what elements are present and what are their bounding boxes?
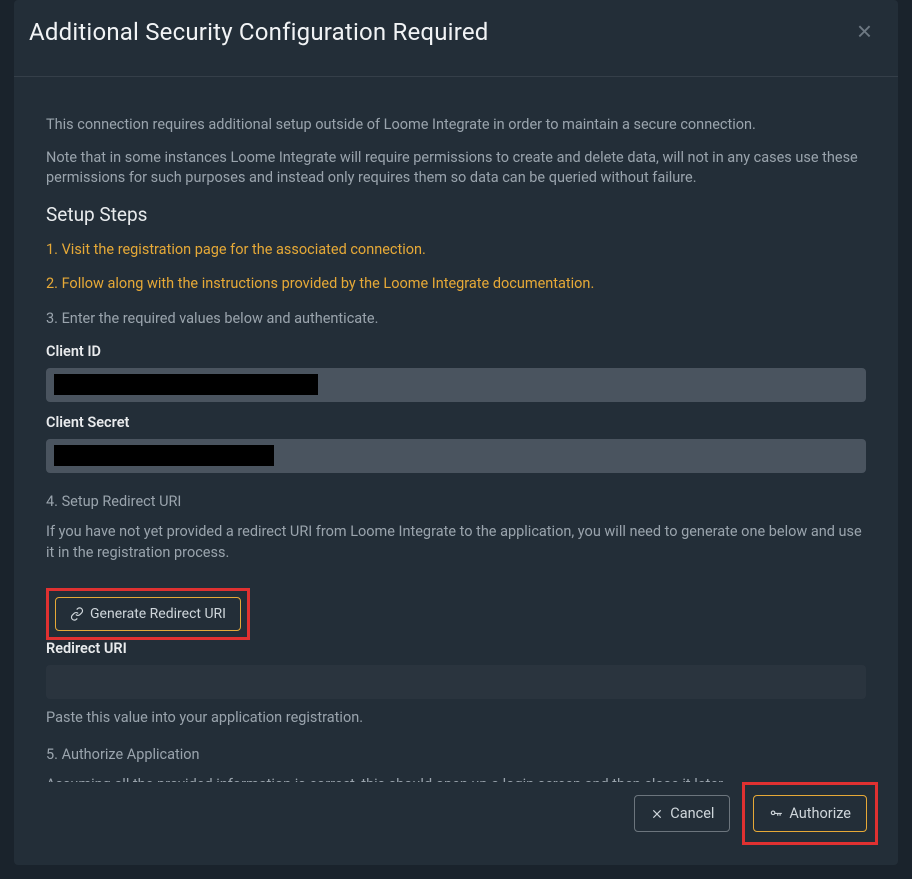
cancel-button[interactable]: Cancel <box>634 795 730 832</box>
generate-uri-label: Generate Redirect URI <box>90 606 226 622</box>
close-icon <box>650 807 664 821</box>
intro-text-1: This connection requires additional setu… <box>46 115 866 136</box>
close-icon: × <box>857 16 872 46</box>
generate-uri-highlight: Generate Redirect URI <box>46 588 250 640</box>
redirect-uri-label: Redirect URI <box>46 640 866 657</box>
step-1-link[interactable]: 1. Visit the registration page for the a… <box>46 240 866 261</box>
modal-footer: Cancel Authorize <box>14 782 898 865</box>
modal-header: Additional Security Configuration Requir… <box>14 0 898 77</box>
client-secret-label: Client Secret <box>46 414 866 431</box>
step-2-link[interactable]: 2. Follow along with the instructions pr… <box>46 274 866 295</box>
step-4-heading: 4. Setup Redirect URI <box>46 493 866 510</box>
step-5-text: Assuming all the provided information is… <box>46 775 866 782</box>
authorize-highlight: Authorize <box>742 782 878 845</box>
step-4-text: If you have not yet provided a redirect … <box>46 522 866 563</box>
client-id-input[interactable] <box>46 368 866 402</box>
security-config-modal: Additional Security Configuration Requir… <box>14 0 898 865</box>
intro-text-2: Note that in some instances Loome Integr… <box>46 148 866 189</box>
client-id-label: Client ID <box>46 343 866 360</box>
key-icon <box>769 807 783 821</box>
authorize-label: Authorize <box>789 805 851 822</box>
cancel-label: Cancel <box>670 805 714 822</box>
client-secret-input[interactable] <box>46 439 866 473</box>
link-icon <box>70 607 84 621</box>
setup-steps-heading: Setup Steps <box>46 203 866 226</box>
redirect-uri-hint: Paste this value into your application r… <box>46 709 866 726</box>
step-5-heading: 5. Authorize Application <box>46 746 866 763</box>
close-button[interactable]: × <box>853 18 876 44</box>
step-3-text: 3. Enter the required values below and a… <box>46 309 866 330</box>
modal-title: Additional Security Configuration Requir… <box>29 18 488 46</box>
modal-body: This connection requires additional setu… <box>14 77 898 782</box>
authorize-button[interactable]: Authorize <box>753 795 867 832</box>
client-secret-redaction <box>46 439 866 473</box>
redirect-uri-input[interactable] <box>46 665 866 699</box>
generate-redirect-uri-button[interactable]: Generate Redirect URI <box>55 597 241 631</box>
client-id-redaction <box>46 368 866 402</box>
